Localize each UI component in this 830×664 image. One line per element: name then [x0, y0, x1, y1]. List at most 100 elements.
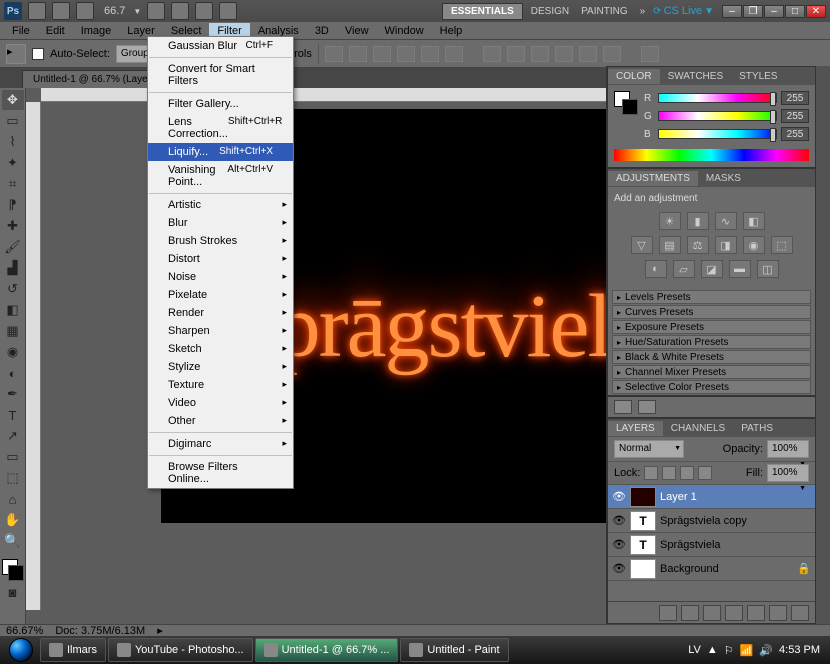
adj-colorbalance-icon[interactable]: ⚖	[687, 236, 709, 254]
distribute-vcenter-icon[interactable]	[507, 46, 525, 62]
tab-channels[interactable]: CHANNELS	[663, 421, 733, 436]
adj-curves-icon[interactable]: ∿	[715, 212, 737, 230]
menu-window[interactable]: Window	[377, 23, 432, 39]
layer-thumbnail[interactable]	[630, 487, 656, 507]
wand-tool[interactable]: ✦	[2, 153, 24, 173]
adj-channelmixer-icon[interactable]: ⬚	[771, 236, 793, 254]
new-layer-icon[interactable]	[769, 605, 787, 621]
tray-lang[interactable]: LV	[688, 644, 701, 656]
panel-strip[interactable]	[816, 66, 830, 624]
menu-render[interactable]: Render▸	[148, 304, 293, 322]
layer-row[interactable]: 👁Layer 1	[608, 485, 815, 509]
tab-styles[interactable]: STYLES	[731, 69, 785, 84]
opacity-field[interactable]: 100%	[767, 440, 809, 458]
history-brush-tool[interactable]: ↺	[2, 279, 24, 299]
preset-curves-presets[interactable]: Curves Presets	[612, 305, 811, 319]
eyedropper-tool[interactable]: ⁋	[2, 195, 24, 215]
layer-row[interactable]: 👁TSprāgstviela copy	[608, 509, 815, 533]
gradient-tool[interactable]: ▦	[2, 321, 24, 341]
menu-other[interactable]: Other▸	[148, 412, 293, 430]
distribute-bottom-icon[interactable]	[531, 46, 549, 62]
start-button[interactable]	[4, 636, 38, 664]
adj-hue-icon[interactable]: ▤	[659, 236, 681, 254]
history-icon[interactable]	[614, 400, 632, 414]
adj-selectivecolor-icon[interactable]: ◫	[757, 260, 779, 278]
taskbar-item[interactable]: Untitled-1 @ 66.7% ...	[255, 638, 399, 662]
adj-invert-icon[interactable]: ◐	[645, 260, 667, 278]
viewextras-icon[interactable]	[76, 2, 94, 20]
layer-thumbnail[interactable]: T	[630, 511, 656, 531]
zoom-tool[interactable]: 🔍	[2, 531, 24, 551]
status-zoom[interactable]: 66.67%	[6, 625, 43, 637]
tray-volume-icon[interactable]: 🔊	[759, 644, 773, 657]
3dcamera-tool[interactable]: ⌂	[2, 489, 24, 509]
hand-tool[interactable]: ✋	[2, 510, 24, 530]
visibility-icon[interactable]: 👁	[612, 490, 626, 504]
fgbg-swatch[interactable]	[614, 91, 638, 115]
pen-tool[interactable]: ✒	[2, 384, 24, 404]
type-tool[interactable]: T	[2, 405, 24, 425]
dodge-tool[interactable]: ◐	[2, 363, 24, 383]
menu-liquify[interactable]: Liquify...Shift+Ctrl+X	[148, 143, 293, 161]
workspace-design-button[interactable]: DESIGN	[527, 6, 573, 17]
move-tool[interactable]: ✥	[2, 90, 24, 110]
adj-exposure-icon[interactable]: ◧	[743, 212, 765, 230]
minimize-button[interactable]: ‒	[764, 5, 784, 18]
layer-row[interactable]: 👁Background🔒	[608, 557, 815, 581]
lock-all-icon[interactable]	[698, 466, 712, 480]
lock-transparency-icon[interactable]	[644, 466, 658, 480]
spectrum-bar[interactable]	[614, 149, 809, 161]
align-left-icon[interactable]	[397, 46, 415, 62]
blend-mode-dropdown[interactable]: Normal	[614, 440, 684, 458]
tab-swatches[interactable]: SWATCHES	[660, 69, 732, 84]
menu-stylize[interactable]: Stylize▸	[148, 358, 293, 376]
menu-artistic[interactable]: Artistic▸	[148, 196, 293, 214]
preset-channel-mixer-presets[interactable]: Channel Mixer Presets	[612, 365, 811, 379]
r-value[interactable]: 255	[781, 91, 809, 105]
menu-noise[interactable]: Noise▸	[148, 268, 293, 286]
menu-help[interactable]: Help	[432, 23, 471, 39]
layer-row[interactable]: 👁TSprāgstviela	[608, 533, 815, 557]
tab-adjustments[interactable]: ADJUSTMENTS	[608, 171, 698, 186]
menu-edit[interactable]: Edit	[38, 23, 73, 39]
workspace-more-icon[interactable]: »	[636, 6, 650, 17]
tab-color[interactable]: COLOR	[608, 69, 660, 84]
menu-brush-strokes[interactable]: Brush Strokes▸	[148, 232, 293, 250]
tray-clock[interactable]: 4:53 PM	[779, 644, 820, 656]
lock-position-icon[interactable]	[680, 466, 694, 480]
screenmode-icon[interactable]	[219, 2, 237, 20]
minibridge-icon[interactable]	[52, 2, 70, 20]
shape-tool[interactable]: ▭	[2, 447, 24, 467]
menu-browse-filters[interactable]: Browse Filters Online...	[148, 458, 293, 488]
bridge-icon[interactable]	[28, 2, 46, 20]
menu-file[interactable]: File	[4, 23, 38, 39]
adj-bw-icon[interactable]: ◨	[715, 236, 737, 254]
visibility-icon[interactable]: 👁	[612, 562, 626, 576]
menu-view[interactable]: View	[337, 23, 377, 39]
distribute-top-icon[interactable]	[483, 46, 501, 62]
adj-brightness-icon[interactable]: ☀	[659, 212, 681, 230]
3d-tool[interactable]: ⬚	[2, 468, 24, 488]
layer-fx-icon[interactable]	[681, 605, 699, 621]
g-slider[interactable]	[658, 111, 777, 121]
color-swap-icon[interactable]	[2, 559, 24, 581]
workspace-essentials-button[interactable]: ESSENTIALS	[442, 3, 523, 20]
hand-icon[interactable]	[147, 2, 165, 20]
adj-vibrance-icon[interactable]: ▽	[631, 236, 653, 254]
b-value[interactable]: 255	[781, 127, 809, 141]
b-slider[interactable]	[658, 129, 777, 139]
tray-flag-icon[interactable]: ⚐	[724, 644, 734, 657]
autoalign-icon[interactable]	[641, 46, 659, 62]
new-group-icon[interactable]	[747, 605, 765, 621]
layer-mask-icon[interactable]	[703, 605, 721, 621]
align-bottom-icon[interactable]	[373, 46, 391, 62]
new-fill-icon[interactable]	[725, 605, 743, 621]
stamp-tool[interactable]: ▟	[2, 258, 24, 278]
align-right-icon[interactable]	[445, 46, 463, 62]
arrange-icon[interactable]	[195, 2, 213, 20]
actions-icon[interactable]	[638, 400, 656, 414]
tray-network-icon[interactable]: 📶	[740, 644, 754, 657]
r-slider[interactable]	[658, 93, 777, 103]
menu-filter-gallery[interactable]: Filter Gallery...	[148, 95, 293, 113]
crop-tool[interactable]: ⌗	[2, 174, 24, 194]
